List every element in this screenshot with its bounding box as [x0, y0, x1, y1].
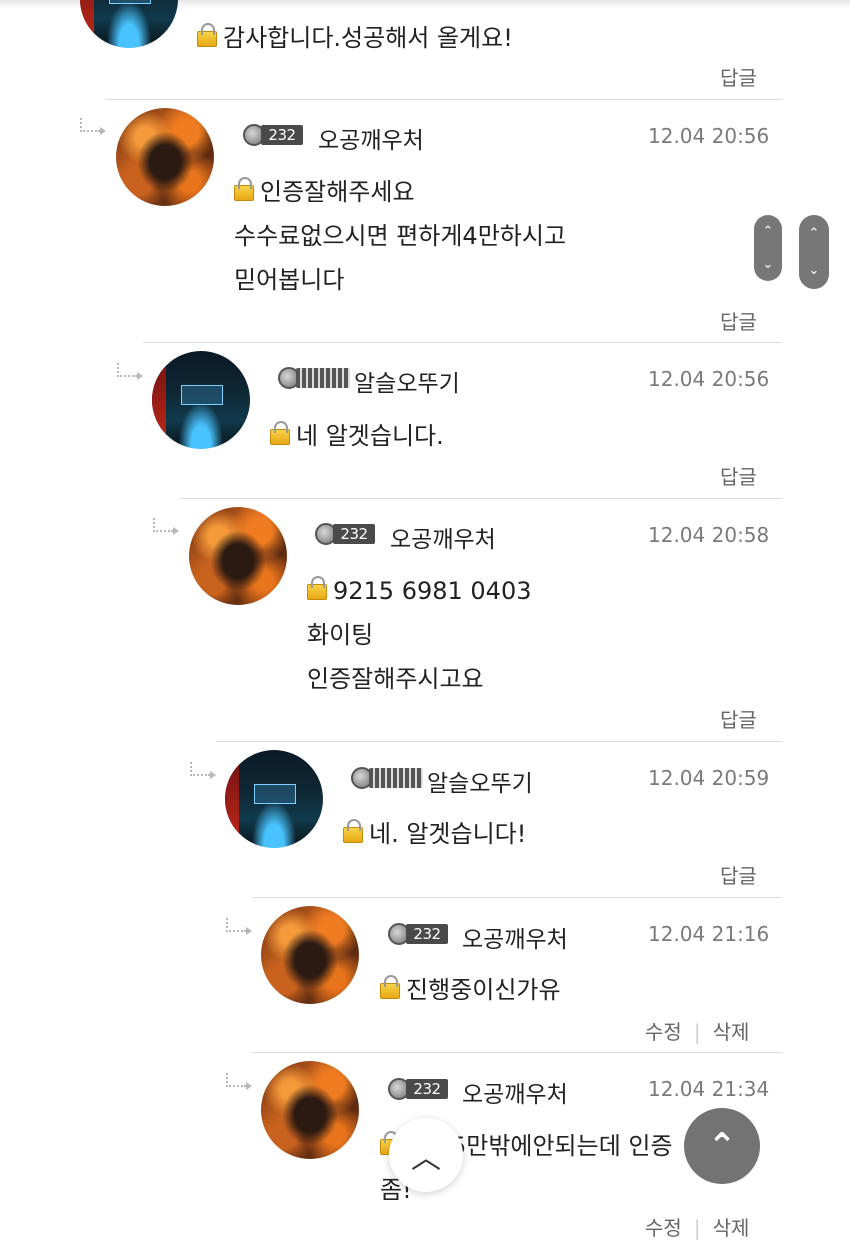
timestamp: 12.04 20:59 — [648, 766, 770, 790]
comment-line: 진행중이신가유 — [406, 976, 561, 1004]
level-badge — [351, 766, 423, 790]
comment-text: 감사합니다.성공해서 올게요! — [197, 16, 513, 60]
reply-button[interactable]: 답글 — [720, 306, 757, 335]
delete-button[interactable]: 삭제 — [713, 1216, 750, 1240]
avatar[interactable] — [152, 351, 250, 449]
timestamp: 12.04 21:16 — [648, 922, 770, 946]
nickname[interactable]: 오공깨우처 — [462, 920, 568, 954]
reply-label: 답글 — [720, 66, 757, 90]
level-badge: 232 — [388, 922, 448, 946]
scroll-control[interactable]: ⌃ ⌄ — [799, 215, 829, 289]
avatar[interactable] — [116, 108, 214, 206]
timestamp: 12.04 20:58 — [648, 523, 770, 547]
reply-label: 답글 — [720, 310, 757, 334]
comment-text: 네 알겟습니다. — [270, 414, 444, 458]
chevron-up-icon[interactable]: ⌃ — [763, 225, 774, 238]
reply-arrow-icon — [153, 518, 179, 535]
divider — [106, 99, 782, 100]
comment-text: 진행중이신가유 — [380, 968, 561, 1012]
timestamp: 12.04 21:34 — [648, 1077, 770, 1101]
comment-line: 감사합니다.성공해서 올게요! — [223, 24, 513, 52]
nickname[interactable]: 알슬오뚜기 — [354, 364, 460, 398]
action-separator: | — [693, 1020, 701, 1044]
level-number — [369, 768, 423, 788]
edit-button[interactable]: 수정 — [645, 1216, 682, 1240]
chevron-down-icon[interactable]: ⌄ — [763, 258, 774, 271]
level-badge: 232 — [388, 1077, 448, 1101]
comment-line: 화이팅 — [307, 621, 374, 649]
lock-icon — [270, 421, 290, 445]
lock-icon — [380, 975, 400, 999]
comment-line: 믿어봅니다 — [234, 266, 345, 294]
lock-icon — [197, 23, 217, 47]
level-number: 232 — [406, 924, 448, 944]
reply-button[interactable]: 답글 — [720, 704, 757, 733]
avatar[interactable] — [261, 906, 359, 1004]
nickname[interactable]: 알슬오뚜기 — [427, 764, 533, 798]
timestamp: 12.04 20:56 — [648, 367, 770, 391]
comment-line: 수수료없으시면 편하게4만하시고 — [234, 222, 567, 250]
chevron-up-icon: ⌃ — [707, 1126, 737, 1166]
comment-line: 인증잘해주시고요 — [307, 665, 484, 693]
lock-icon — [343, 819, 363, 843]
delete-button[interactable]: 삭제 — [713, 1020, 750, 1044]
comment-text: 9215 6981 0403 화이팅 인증잘해주시고요 — [307, 569, 532, 701]
nickname[interactable]: 오공깨우처 — [390, 520, 496, 554]
comment-actions: 수정 | 삭제 — [645, 1212, 749, 1241]
reply-arrow-icon — [226, 918, 252, 935]
divider — [216, 741, 782, 742]
timestamp: 12.04 20:56 — [648, 124, 770, 148]
nickname[interactable]: 오공깨우처 — [462, 1075, 568, 1109]
level-badge: 232 — [243, 123, 303, 147]
chevron-up-icon[interactable]: ⌃ — [809, 227, 820, 240]
reply-button[interactable]: 답글 — [720, 860, 757, 889]
comment-actions: 수정 | 삭제 — [645, 1016, 749, 1045]
reply-label: 답글 — [720, 465, 757, 489]
comment-text: 네. 알겟습니다! — [343, 812, 526, 856]
reply-button[interactable]: 답글 — [720, 62, 757, 91]
level-number — [296, 368, 350, 388]
divider — [252, 1052, 782, 1053]
chevron-up-icon: ︿ — [411, 1141, 441, 1176]
comment-text: 인증잘해주세요 수수료없으시면 편하게4만하시고 믿어봅니다 — [234, 170, 566, 302]
divider — [143, 342, 782, 343]
level-badge — [278, 366, 350, 390]
chevron-down-icon[interactable]: ⌄ — [809, 264, 820, 277]
reply-arrow-icon — [80, 118, 106, 135]
reply-label: 답글 — [720, 708, 757, 732]
level-number: 232 — [261, 125, 303, 145]
comment-line: 9215 6981 0403 — [333, 577, 532, 605]
reply-arrow-icon — [226, 1073, 252, 1090]
scroll-control[interactable]: ⌃ ⌄ — [754, 215, 782, 281]
reply-arrow-icon — [117, 363, 143, 380]
level-badge: 232 — [315, 522, 375, 546]
avatar[interactable] — [225, 750, 323, 848]
reply-label: 답글 — [720, 864, 757, 888]
avatar[interactable] — [261, 1061, 359, 1159]
avatar[interactable] — [189, 507, 287, 605]
lock-icon — [234, 177, 254, 201]
action-separator: | — [693, 1216, 701, 1240]
reply-arrow-icon — [190, 762, 216, 779]
level-number: 232 — [406, 1079, 448, 1099]
nickname[interactable]: 오공깨우처 — [318, 121, 424, 155]
divider — [180, 498, 782, 499]
comment-line: 네 알겟습니다. — [296, 422, 444, 450]
comment-line: 네. 알겟습니다! — [369, 820, 527, 848]
reply-button[interactable]: 답글 — [720, 461, 757, 490]
divider — [252, 897, 782, 898]
comment-line: 인증잘해주세요 — [260, 178, 415, 206]
level-number: 232 — [333, 524, 375, 544]
scroll-to-top-button[interactable]: ︿ — [389, 1118, 463, 1192]
edit-button[interactable]: 수정 — [645, 1020, 682, 1044]
avatar[interactable] — [80, 0, 178, 48]
back-to-top-button[interactable]: ⌃ — [684, 1108, 760, 1184]
lock-icon — [307, 576, 327, 600]
